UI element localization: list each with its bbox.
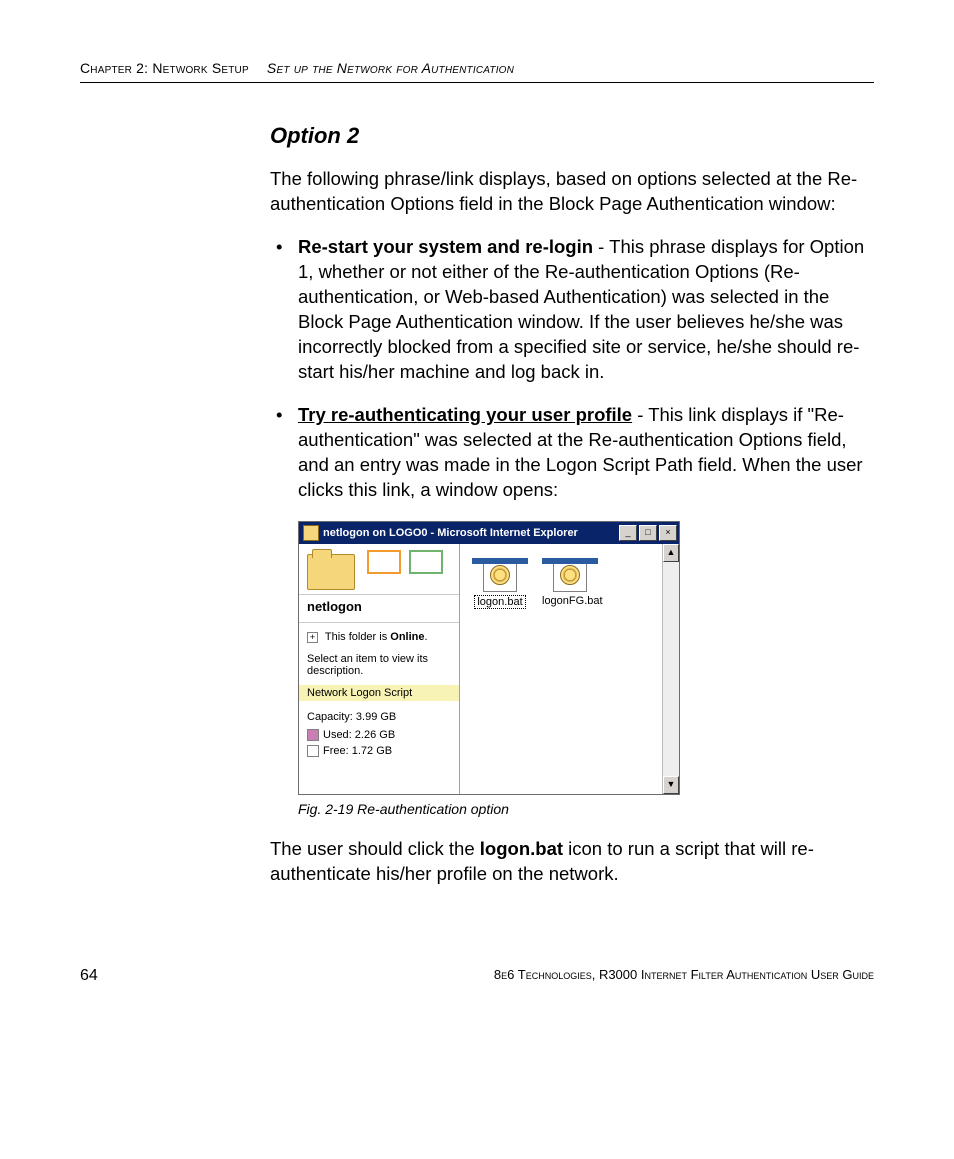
footer-text: 8e6 Technologies, R3000 Internet Filter … [494,967,874,985]
free-swatch-icon [307,745,319,757]
decor-square-2 [409,550,443,574]
folder-name: netlogon [299,595,459,622]
gear-icon [490,565,510,585]
section-heading: Option 2 [270,123,874,149]
file-logon-bat[interactable]: logon.bat [472,558,528,609]
network-logon-script-link[interactable]: Network Logon Script [299,685,459,701]
closing-paragraph: The user should click the logon.bat icon… [270,837,874,887]
used-row: Used: 2.26 GB [299,727,459,743]
file-pane: logon.bat logonFG.bat ▲ ▼ [460,544,679,794]
page-number: 64 [80,967,98,985]
intro-paragraph: The following phrase/link displays, base… [270,167,874,217]
window-title: netlogon on LOGO0 - Microsoft Internet E… [323,527,619,539]
capacity-label: Capacity: 3.99 GB [299,707,459,727]
explorer-window: netlogon on LOGO0 - Microsoft Internet E… [298,521,680,795]
bullet-list: Re-start your system and re-login - This… [270,235,874,503]
left-pane: netlogon + This folder is Online. Select… [299,544,460,794]
figure: netlogon on LOGO0 - Microsoft Internet E… [298,521,874,817]
window-icon [303,525,319,541]
free-row: Free: 1.72 GB [299,743,459,759]
scroll-up-button[interactable]: ▲ [663,544,679,562]
file2-label: logonFG.bat [542,595,603,607]
minimize-button[interactable]: _ [619,525,637,541]
bullet1-rest: - This phrase displays for Option 1, whe… [298,236,864,382]
figure-caption: Fig. 2-19 Re-authentication option [298,801,874,817]
bullet1-lead: Re-start your system and re-login [298,236,593,257]
window-titlebar: netlogon on LOGO0 - Microsoft Internet E… [299,522,679,544]
page-header: Chapter 2: Network Setup Set up the Netw… [80,60,874,83]
scroll-down-button[interactable]: ▼ [663,776,679,794]
maximize-button[interactable]: □ [639,525,657,541]
header-section: Set up the Network for Authentication [267,60,514,76]
gear-icon [560,565,580,585]
file-logonfg-bat[interactable]: logonFG.bat [542,558,598,607]
bullet-item-1: Re-start your system and re-login - This… [270,235,874,385]
used-swatch-icon [307,729,319,741]
header-chapter: Chapter 2: Network Setup [80,60,249,76]
folder-banner [299,544,459,595]
expand-icon[interactable]: + [307,632,318,643]
scrollbar[interactable]: ▲ ▼ [662,544,679,794]
decor-square-1 [367,550,401,574]
bullet2-lead: Try re-authenticating your user profile [298,404,632,425]
page-footer: 64 8e6 Technologies, R3000 Internet Filt… [80,967,874,985]
folder-icon [307,554,355,590]
close-button[interactable]: × [659,525,677,541]
file1-label: logon.bat [474,595,525,609]
online-status: + This folder is Online. [299,629,459,645]
select-hint: Select an item to view its description. [299,651,459,679]
bullet-item-2: Try re-authenticating your user profile … [270,403,874,503]
